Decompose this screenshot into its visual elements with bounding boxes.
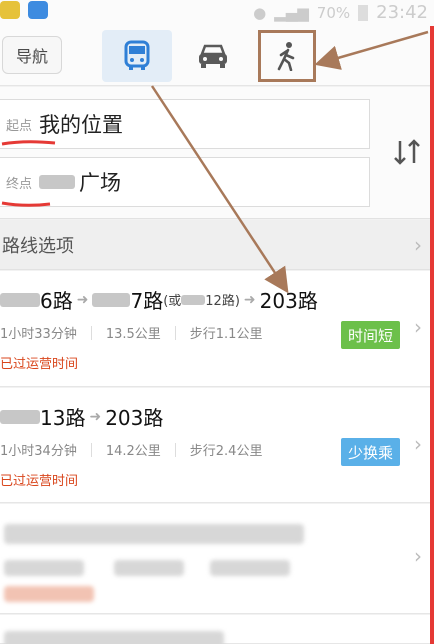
clock: 23:42 (376, 2, 428, 23)
blurred-text (92, 292, 131, 307)
route-distance: 14.2公里 (105, 444, 161, 459)
route-meta: 1小时34分钟 14.2公里 步行2.4公里 (0, 440, 262, 459)
route-card-blurred[interactable]: › (0, 504, 430, 614)
tab-bus[interactable] (102, 30, 172, 82)
route-line: 6路 (40, 289, 73, 313)
divider (90, 442, 92, 457)
route-title: 6路 ➜ 7路 (或 12路) ➜ 203路 (0, 285, 318, 314)
route-alt-prefix: (或 (163, 294, 182, 309)
arrow-right-icon: ➜ (243, 291, 256, 308)
tab-walk[interactable] (258, 30, 316, 82)
route-status: 已过运营时间 (0, 474, 79, 489)
end-value: 广场 (79, 171, 122, 195)
badge-fastest: 时间短 (340, 321, 400, 349)
route-options-row[interactable]: 路线选项 › (0, 220, 430, 270)
route-inputs: 起点 我的位置 终点 广场 (0, 87, 430, 219)
blurred-route-title (4, 524, 304, 544)
route-status: 已过运营时间 (0, 357, 79, 372)
route-walk: 步行2.4公里 (189, 444, 263, 459)
chevron-right-icon: › (414, 544, 422, 568)
blurred-route-meta (4, 560, 84, 576)
route-duration: 1小时33分钟 (0, 327, 77, 342)
app-notification-icon (28, 1, 48, 19)
chevron-right-icon: › (414, 432, 422, 456)
app-notification-icon (0, 1, 20, 19)
location-icon: ● (253, 3, 267, 22)
blurred-route-meta (210, 560, 290, 576)
car-icon (199, 44, 227, 68)
route-line: 203路 (105, 406, 164, 430)
blurred-text (0, 292, 40, 307)
chevron-right-icon: › (414, 315, 422, 339)
swap-icon[interactable] (392, 137, 422, 167)
end-label: 终点 (6, 176, 33, 192)
battery-percent: 70% (316, 3, 351, 22)
route-line: 203路 (259, 289, 318, 313)
walk-icon (277, 42, 295, 71)
arrow-right-icon: ➜ (89, 408, 102, 425)
red-scribble (1, 201, 51, 207)
back-button[interactable]: 导航 (2, 36, 62, 74)
blurred-text (181, 294, 206, 305)
route-meta: 1小时33分钟 13.5公里 步行1.1公里 (0, 323, 262, 342)
divider (90, 325, 92, 340)
back-button-label: 导航 (15, 47, 48, 66)
blurred-route-title (4, 631, 224, 644)
battery-icon (358, 4, 369, 21)
signal-icon: ▂▄▆ (274, 3, 309, 22)
route-line: 7路 (130, 289, 164, 313)
divider (174, 325, 176, 340)
route-walk: 步行1.1公里 (189, 327, 263, 342)
tab-car[interactable] (178, 30, 248, 82)
route-alt-suffix: 12路) (205, 294, 240, 309)
end-value-wrap: 广场 (39, 167, 121, 197)
start-label: 起点 (6, 118, 33, 134)
route-distance: 13.5公里 (105, 327, 161, 342)
arrow-right-icon: ➜ (76, 291, 89, 308)
route-options-label: 路线选项 (2, 235, 74, 257)
divider (174, 442, 176, 457)
red-scribble (1, 140, 56, 146)
route-card[interactable]: 13路 ➜ 203路 1小时34分钟 14.2公里 步行2.4公里 已过运营时间… (0, 388, 430, 503)
route-line: 13路 (40, 406, 86, 430)
start-value: 我的位置 (39, 113, 124, 137)
route-card[interactable]: 6路 ➜ 7路 (或 12路) ➜ 203路 1小时33分钟 13.5公里 步行… (0, 271, 430, 387)
badge-fewest-transfers: 少换乘 (340, 438, 400, 466)
route-title: 13路 ➜ 203路 (0, 402, 163, 431)
mode-header: 导航 (0, 22, 430, 86)
blurred-route-meta (114, 560, 184, 576)
blurred-text (0, 409, 40, 424)
bus-icon (124, 40, 150, 70)
blurred-text (39, 175, 76, 189)
blurred-route-status (4, 586, 94, 602)
route-duration: 1小时34分钟 (0, 444, 77, 459)
chevron-right-icon: › (414, 232, 422, 257)
red-frame-border (430, 0, 434, 644)
route-card-blurred[interactable] (0, 615, 430, 644)
